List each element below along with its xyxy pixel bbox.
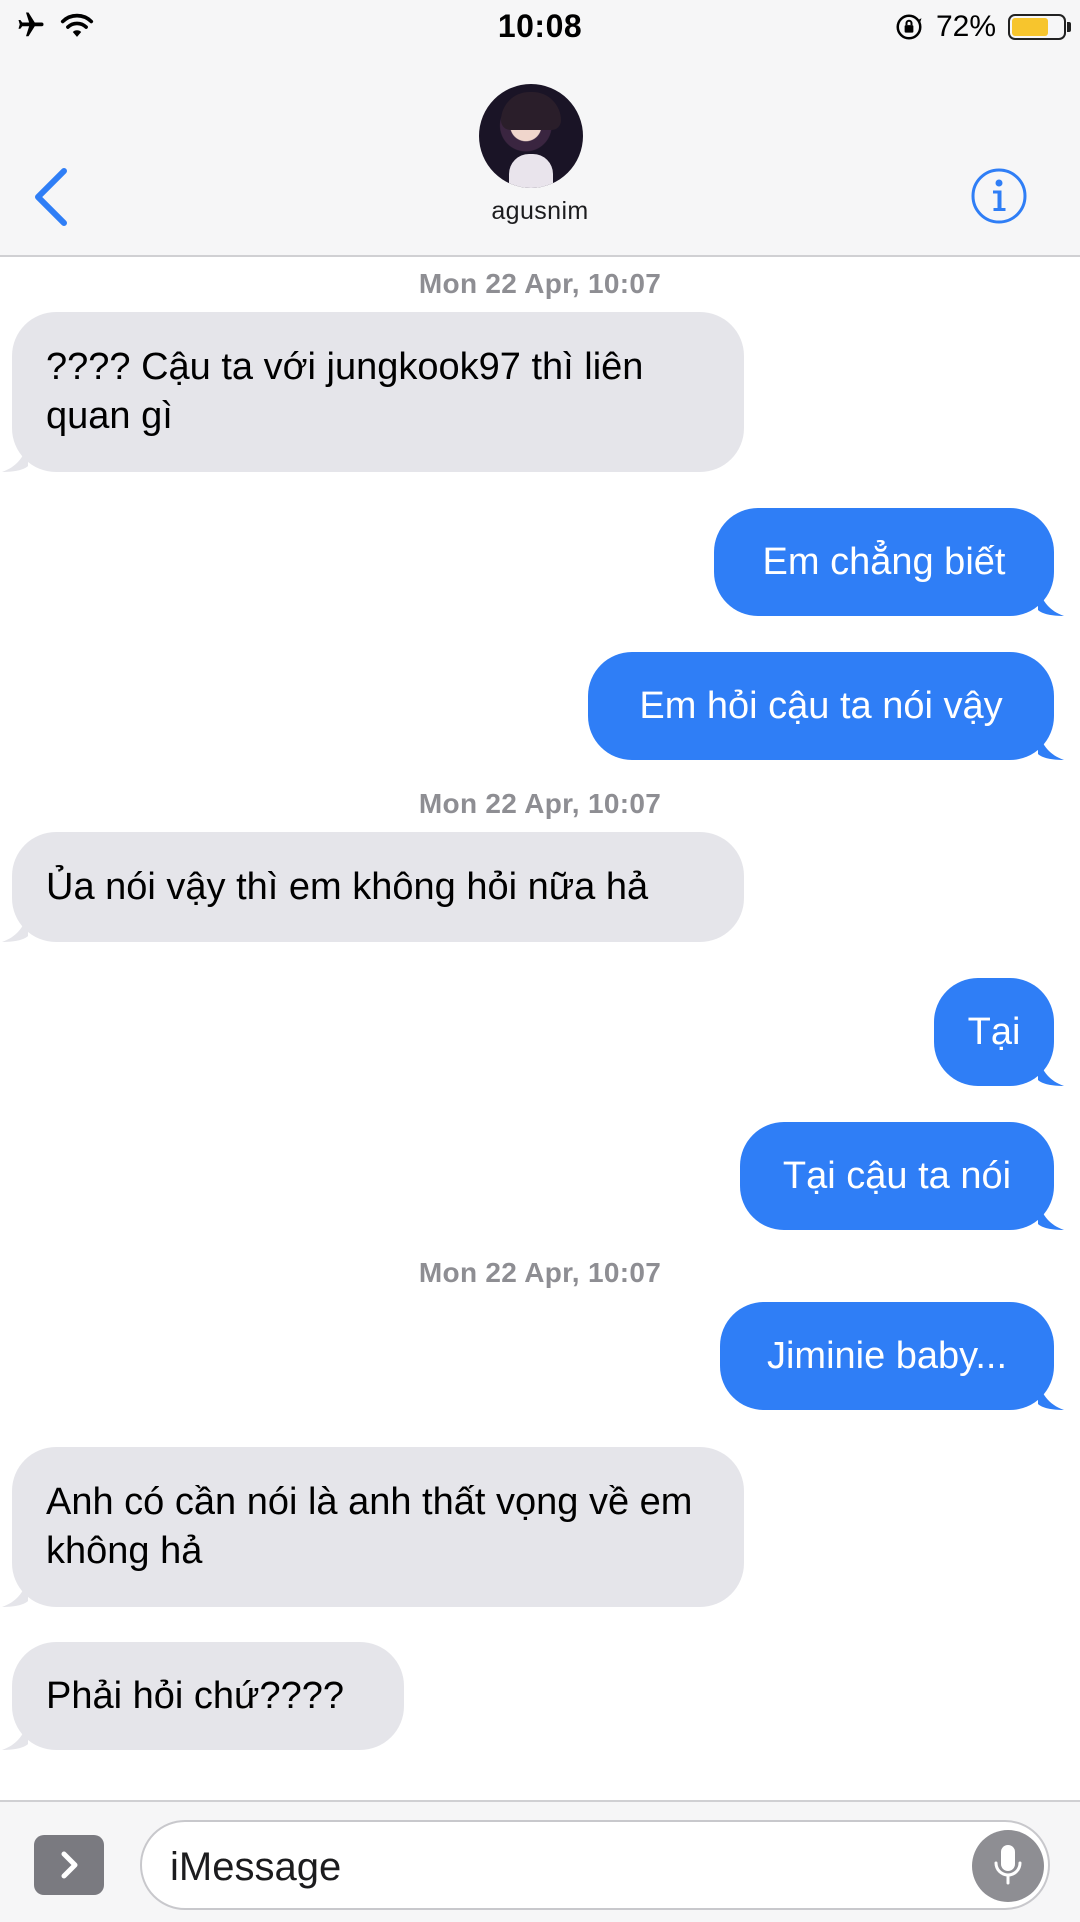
message-input[interactable]: [168, 1832, 952, 1902]
message-text: Anh có cần nói là anh thất vọng về em kh…: [46, 1481, 693, 1572]
message-timestamp: Mon 22 Apr, 10:07: [418, 788, 662, 819]
info-icon: [971, 168, 1027, 224]
incoming-message-bubble[interactable]: Ủa nói vậy thì em không hỏi nữa hả: [2, 832, 744, 942]
message-timestamp: Mon 22 Apr, 10:07: [418, 1257, 662, 1288]
outgoing-message-bubble[interactable]: Em hỏi cậu ta nói vậy: [588, 652, 1064, 760]
status-bar: 10:08 72%: [0, 0, 1080, 56]
message-text: Tại cậu ta nói: [782, 1154, 1012, 1197]
microphone-icon: [994, 1845, 1022, 1885]
contact-avatar[interactable]: [479, 84, 583, 188]
outgoing-message-bubble[interactable]: Tại cậu ta nói: [740, 1122, 1064, 1230]
message-field[interactable]: [140, 1820, 1050, 1910]
battery-fill: [1012, 18, 1048, 36]
apps-button[interactable]: [34, 1835, 104, 1895]
message-text: Phải hỏi chứ????: [46, 1674, 344, 1717]
conversation-header: 10:08 72% agusnim: [0, 0, 1080, 257]
outgoing-message-bubble[interactable]: Tại: [934, 978, 1064, 1086]
message-text: Em hỏi cậu ta nói vậy: [639, 684, 1003, 727]
contact-name[interactable]: agusnim: [0, 197, 1080, 226]
message-timestamp: Mon 22 Apr, 10:07: [418, 268, 662, 299]
info-button[interactable]: [970, 167, 1028, 225]
message-text: Em chẳng biết: [762, 540, 1006, 583]
message-text: Ủa nói vậy thì em không hỏi nữa hả: [46, 865, 649, 908]
message-text: Tại: [967, 1010, 1021, 1053]
incoming-message-bubble[interactable]: Phải hỏi chứ????: [2, 1642, 404, 1750]
incoming-message-bubble[interactable]: ???? Cậu ta với jungkook97 thì liên quan…: [2, 312, 744, 472]
compose-bar: [0, 1800, 1080, 1922]
incoming-message-bubble[interactable]: Anh có cần nói là anh thất vọng về em kh…: [2, 1447, 744, 1607]
chevron-right-icon: [61, 1851, 78, 1879]
orientation-lock-icon: [896, 14, 922, 40]
battery-percent: 72%: [935, 10, 996, 43]
outgoing-message-bubble[interactable]: Jiminie baby...: [720, 1302, 1064, 1410]
battery-icon: [1008, 14, 1071, 40]
dictation-button[interactable]: [972, 1830, 1044, 1902]
message-text: ???? Cậu ta với jungkook97 thì liên quan…: [46, 346, 644, 437]
outgoing-message-bubble[interactable]: Em chẳng biết: [714, 508, 1064, 616]
message-text: Jiminie baby...: [766, 1334, 1008, 1377]
